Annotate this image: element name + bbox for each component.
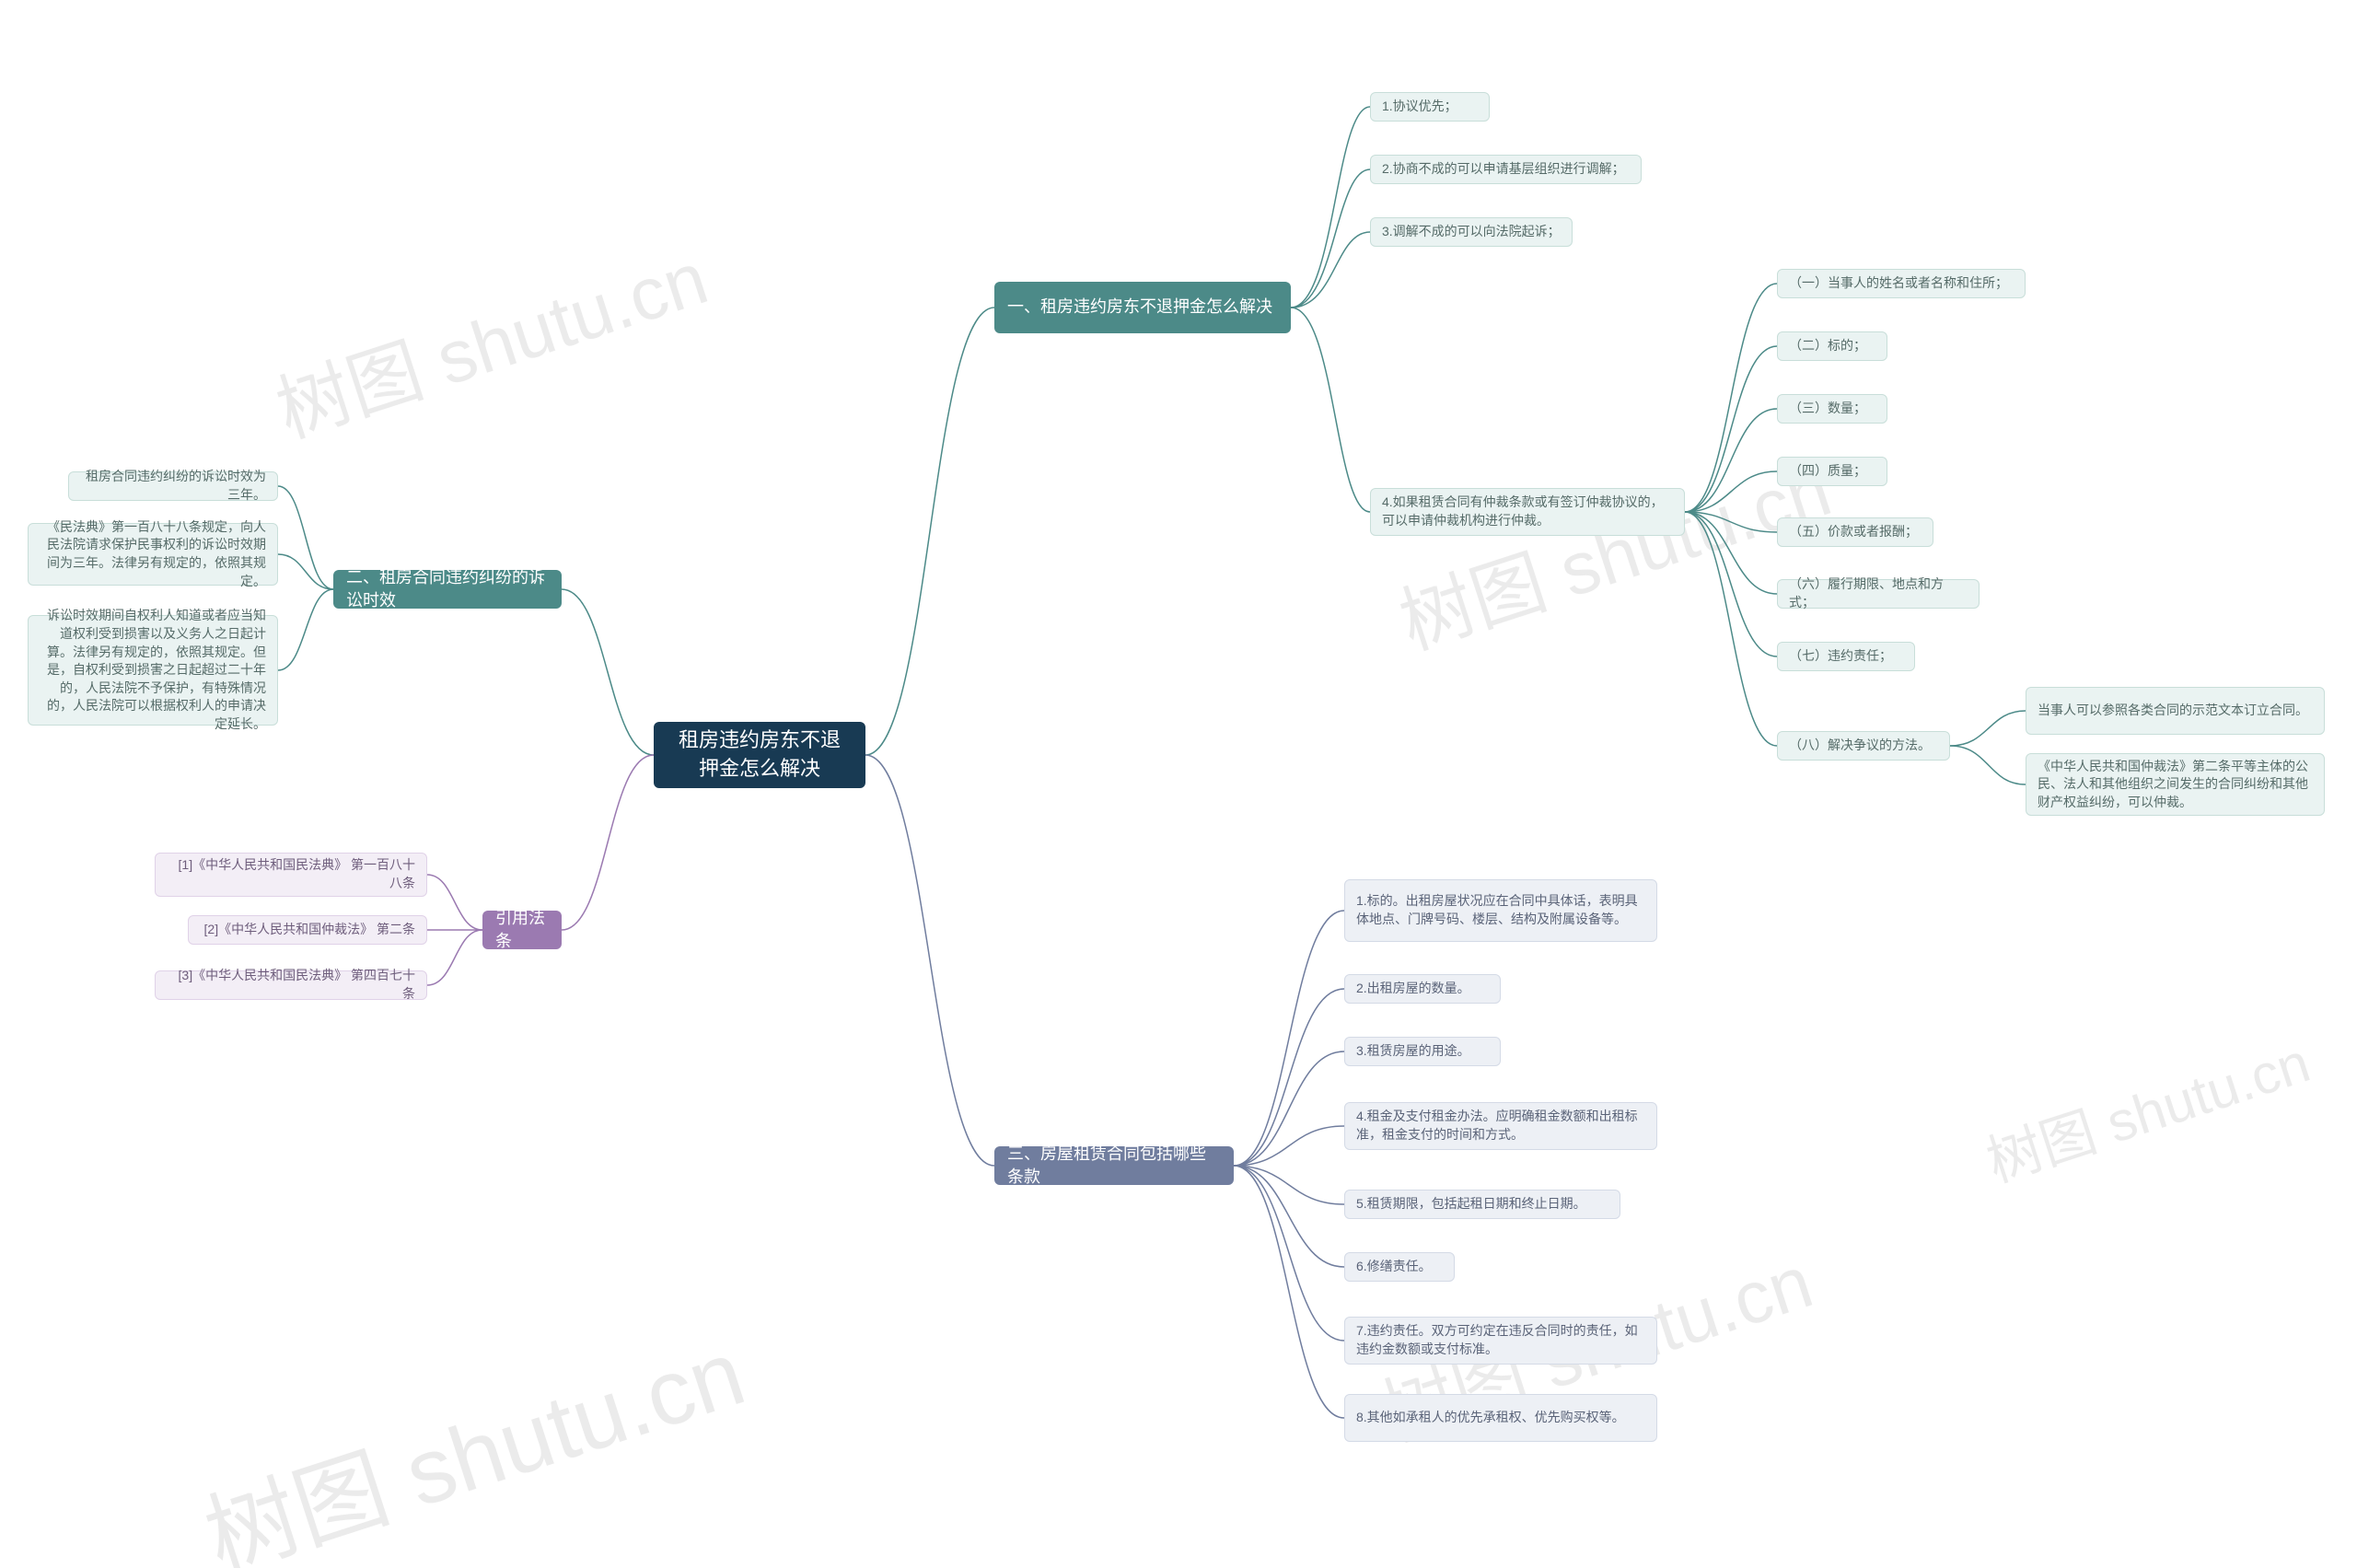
s1-item-3[interactable]: 3.调解不成的可以向法院起诉；	[1370, 217, 1573, 247]
watermark: 树图 shutu.cn	[186, 1298, 758, 1568]
s1-sub-8a[interactable]: 当事人可以参照各类合同的示范文本订立合同。	[2026, 687, 2325, 735]
root-node[interactable]: 租房违约房东不退押金怎么解决	[654, 722, 865, 788]
s3-item-8[interactable]: 8.其他如承租人的优先承租权、优先购买权等。	[1344, 1394, 1657, 1442]
s1-sub-5[interactable]: （五）价款或者报酬；	[1777, 517, 1933, 547]
s1-item-2[interactable]: 2.协商不成的可以申请基层组织进行调解；	[1370, 155, 1642, 184]
s2-item-1[interactable]: 租房合同违约纠纷的诉讼时效为三年。	[68, 471, 278, 501]
connector-layer	[0, 0, 2357, 1568]
s1-sub-3[interactable]: （三）数量；	[1777, 394, 1887, 424]
citations-branch[interactable]: 引用法条	[482, 911, 562, 949]
s1-sub-7[interactable]: （七）违约责任；	[1777, 642, 1915, 671]
s2-item-2[interactable]: 《民法典》第一百八十八条规定，向人民法院请求保护民事权利的诉讼时效期间为三年。法…	[28, 523, 278, 586]
cite-3[interactable]: [3]《中华人民共和国民法典》 第四百七十条	[155, 970, 427, 1000]
s3-item-7[interactable]: 7.违约责任。双方可约定在违反合同时的责任，如违约金数额或支付标准。	[1344, 1317, 1657, 1365]
s3-item-3[interactable]: 3.租赁房屋的用途。	[1344, 1037, 1501, 1066]
s1-sub-1[interactable]: （一）当事人的姓名或者名称和住所；	[1777, 269, 2026, 298]
cite-1[interactable]: [1]《中华人民共和国民法典》 第一百八十八条	[155, 853, 427, 897]
s1-sub-2[interactable]: （二）标的；	[1777, 331, 1887, 361]
watermark: 树图 shutu.cn	[1975, 1018, 2318, 1198]
s3-item-2[interactable]: 2.出租房屋的数量。	[1344, 974, 1501, 1004]
s1-item-1[interactable]: 1.协议优先；	[1370, 92, 1490, 122]
s2-item-3[interactable]: 诉讼时效期间自权利人知道或者应当知道权利受到损害以及义务人之日起计算。法律另有规…	[28, 615, 278, 726]
s3-item-4[interactable]: 4.租金及支付租金办法。应明确租金数额和出租标准，租金支付的时间和方式。	[1344, 1102, 1657, 1150]
s1-sub-4[interactable]: （四）质量；	[1777, 457, 1887, 486]
s1-item-4[interactable]: 4.如果租赁合同有仲裁条款或有签订仲裁协议的，可以申请仲裁机构进行仲裁。	[1370, 488, 1685, 536]
section-1-branch[interactable]: 一、租房违约房东不退押金怎么解决	[994, 282, 1291, 333]
watermark: 树图 shutu.cn	[1385, 431, 1842, 670]
watermark: 树图 shutu.cn	[261, 219, 719, 459]
section-3-branch[interactable]: 三、房屋租赁合同包括哪些条款	[994, 1146, 1234, 1185]
s3-item-1[interactable]: 1.标的。出租房屋状况应在合同中具体话，表明具体地点、门牌号码、楼层、结构及附属…	[1344, 879, 1657, 942]
s3-item-6[interactable]: 6.修缮责任。	[1344, 1252, 1455, 1282]
s3-item-5[interactable]: 5.租赁期限，包括起租日期和终止日期。	[1344, 1190, 1620, 1219]
s1-sub-8b[interactable]: 《中华人民共和国仲裁法》第二条平等主体的公民、法人和其他组织之间发生的合同纠纷和…	[2026, 753, 2325, 816]
s1-sub-8[interactable]: （八）解决争议的方法。	[1777, 731, 1950, 761]
s1-sub-6[interactable]: （六）履行期限、地点和方式；	[1777, 579, 1980, 609]
section-2-branch[interactable]: 二、租房合同违约纠纷的诉讼时效	[333, 570, 562, 609]
cite-2[interactable]: [2]《中华人民共和国仲裁法》 第二条	[188, 915, 427, 945]
